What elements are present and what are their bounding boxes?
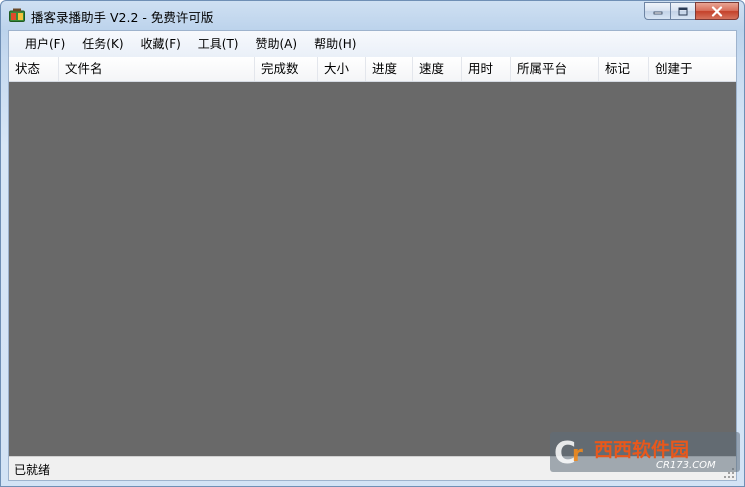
column-size[interactable]: 大小 bbox=[318, 57, 366, 81]
app-window: 播客录播助手 V2.2 - 免费许可版 用户(F) 任务(K) 收藏(F) 工具… bbox=[0, 0, 745, 487]
app-logo-icon bbox=[9, 8, 25, 22]
title-bar[interactable]: 播客录播助手 V2.2 - 免费许可版 bbox=[1, 1, 744, 29]
caption-buttons bbox=[644, 2, 739, 21]
column-speed[interactable]: 速度 bbox=[413, 57, 462, 81]
menu-favorites[interactable]: 收藏(F) bbox=[134, 33, 188, 55]
maximize-button[interactable] bbox=[670, 2, 695, 20]
column-elapsed[interactable]: 用时 bbox=[462, 57, 511, 81]
menu-sponsor[interactable]: 赞助(A) bbox=[249, 33, 305, 55]
watermark-sub: CR173.COM bbox=[656, 460, 716, 471]
column-tag[interactable]: 标记 bbox=[599, 57, 649, 81]
close-button[interactable] bbox=[695, 2, 739, 20]
table-header: 状态 文件名 完成数 大小 进度 速度 用时 所属平台 标记 创建于 bbox=[9, 57, 736, 82]
svg-text:r: r bbox=[572, 442, 583, 467]
column-filename[interactable]: 文件名 bbox=[59, 57, 255, 81]
status-text: 已就绪 bbox=[14, 463, 51, 477]
window-title: 播客录播助手 V2.2 - 免费许可版 bbox=[31, 10, 214, 25]
menu-user[interactable]: 用户(F) bbox=[18, 33, 72, 55]
menu-bar: 用户(F) 任务(K) 收藏(F) 工具(T) 赞助(A) 帮助(H) bbox=[9, 31, 736, 57]
menu-help[interactable]: 帮助(H) bbox=[307, 33, 363, 55]
minimize-button[interactable] bbox=[644, 2, 670, 20]
menu-tools[interactable]: 工具(T) bbox=[191, 33, 246, 55]
site-watermark-logo: C r 西西软件园 CR173.COM bbox=[550, 432, 740, 472]
column-progress[interactable]: 进度 bbox=[366, 57, 413, 81]
column-status[interactable]: 状态 bbox=[9, 57, 59, 81]
menu-task[interactable]: 任务(K) bbox=[75, 33, 130, 55]
watermark-text: 西西软件园 bbox=[594, 438, 689, 461]
task-list[interactable] bbox=[9, 82, 736, 456]
maximize-icon bbox=[678, 7, 688, 15]
column-platform[interactable]: 所属平台 bbox=[511, 57, 599, 81]
column-created[interactable]: 创建于 bbox=[649, 57, 736, 81]
close-icon bbox=[711, 5, 723, 17]
main-client-area: 用户(F) 任务(K) 收藏(F) 工具(T) 赞助(A) 帮助(H) 状态 文… bbox=[8, 30, 737, 481]
minimize-icon bbox=[653, 11, 662, 15]
column-completed[interactable]: 完成数 bbox=[255, 57, 318, 81]
